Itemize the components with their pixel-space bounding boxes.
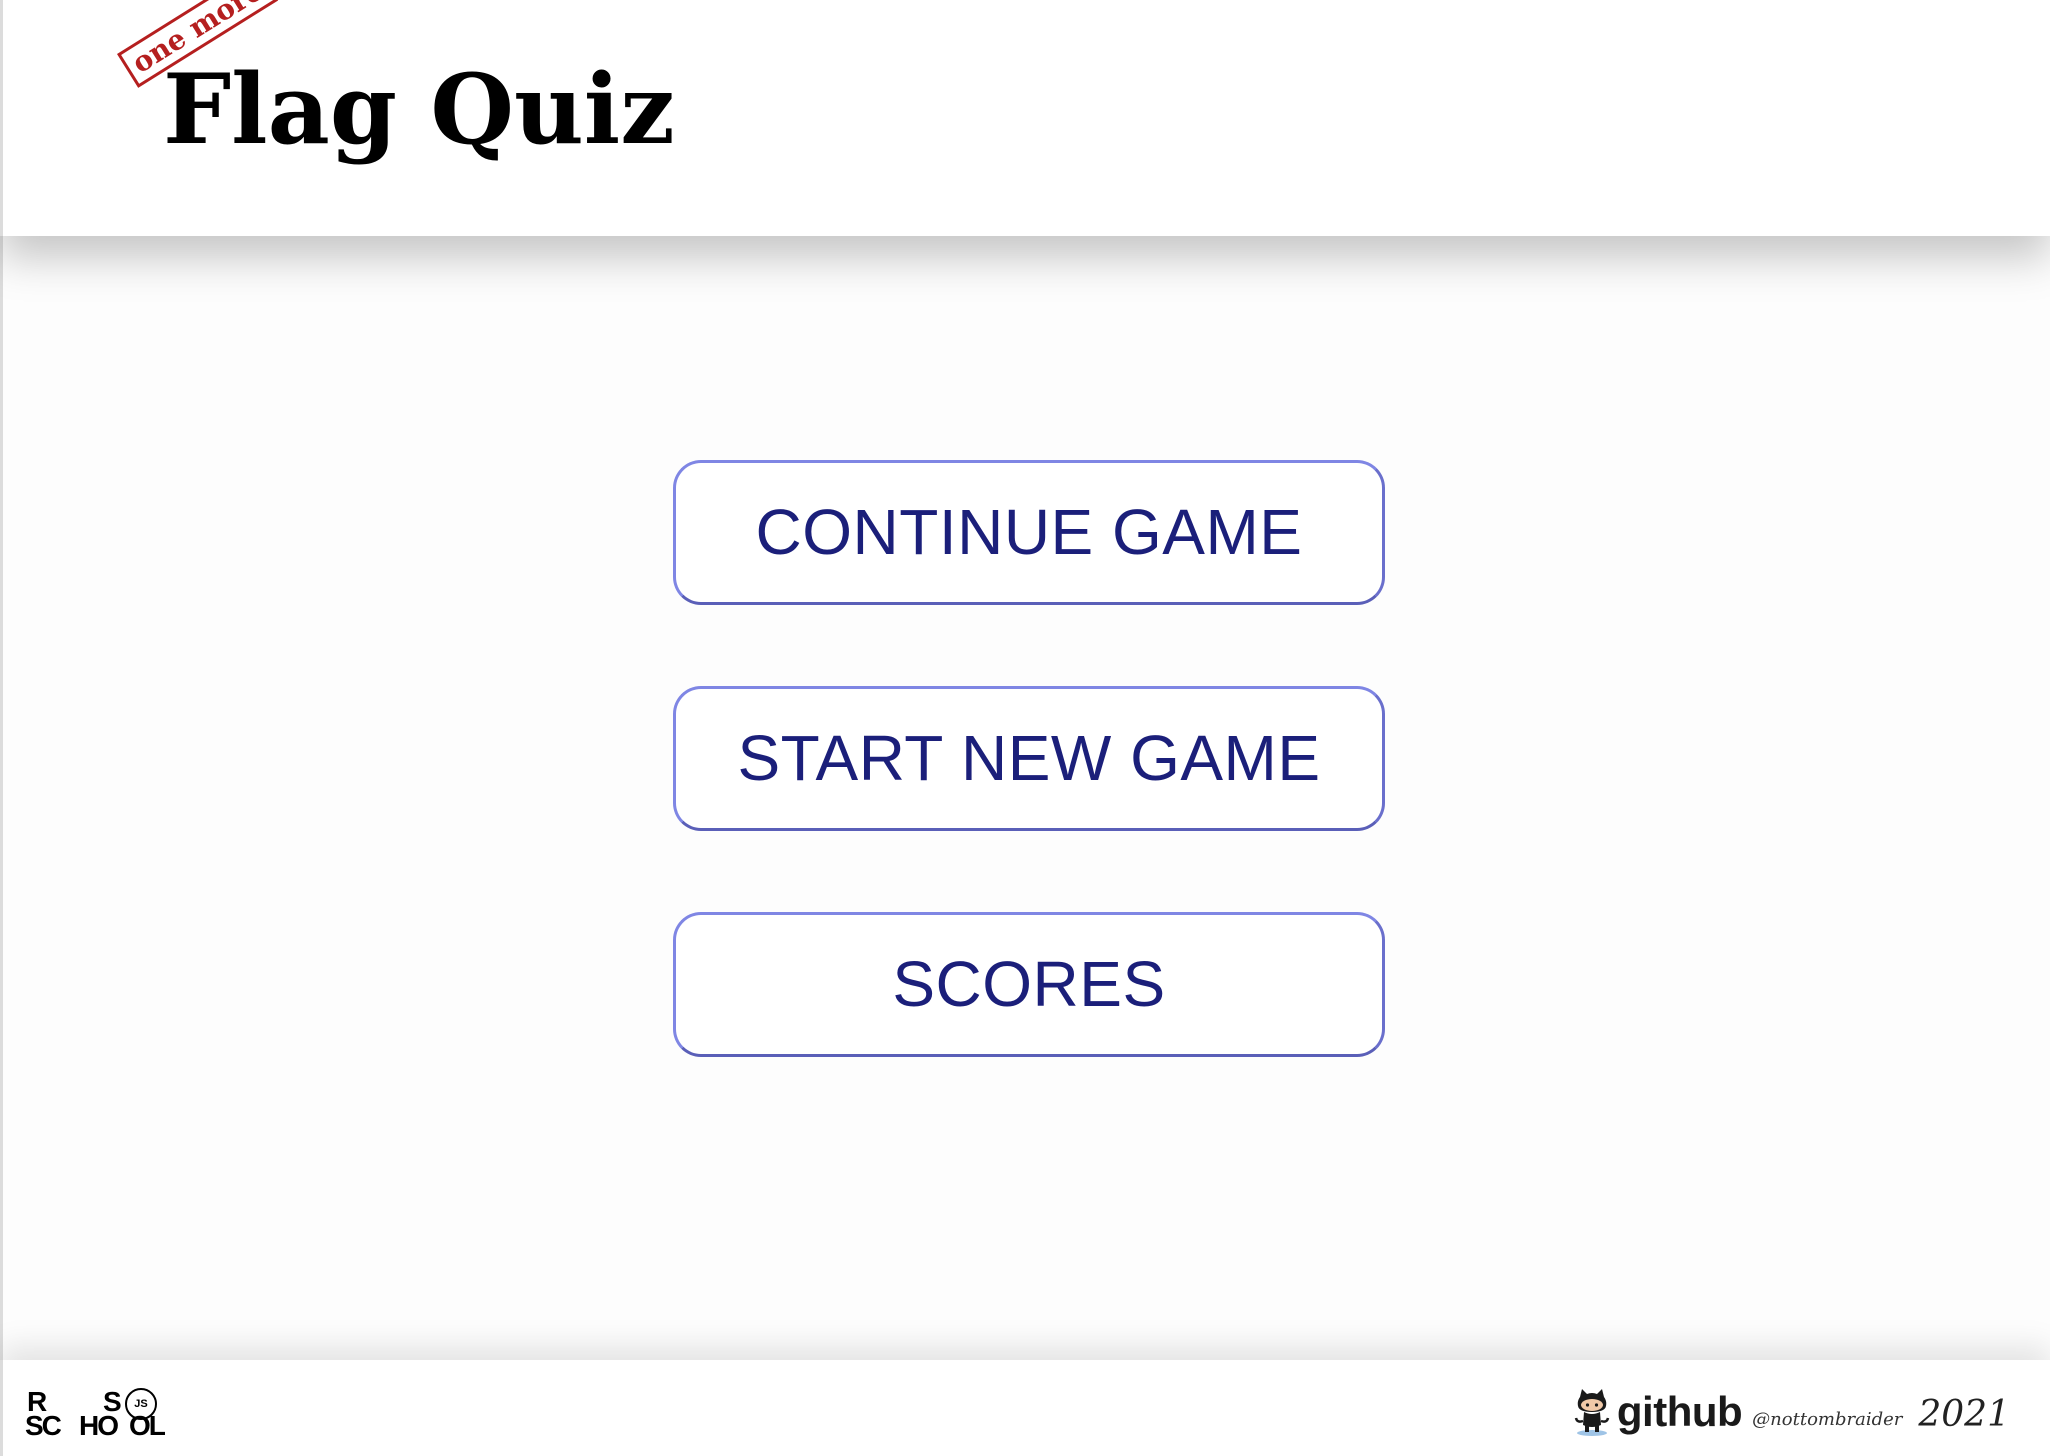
start-new-game-button[interactable]: START NEW GAME [673,686,1385,831]
footer: R S JS SC HO OL github @nottombraider 20… [0,1360,2050,1456]
copyright-year: 2021 [1918,1393,2010,1435]
app-logo[interactable]: Flag Quiz one more [117,0,675,182]
github-username: @nottombraider [1752,1408,1903,1430]
rs-logo-sc: SC [25,1410,62,1441]
scores-button[interactable]: SCORES [673,912,1385,1057]
github-credit-link[interactable]: github @nottombraider 2021 [1573,1382,2010,1442]
rs-logo-ho: HO [79,1410,119,1441]
github-wordmark: github [1616,1388,1743,1435]
app-title: Flag Quiz [163,53,675,166]
main-menu-area: CONTINUE GAME START NEW GAME SCORES [0,236,2050,1360]
rs-logo-ol: OL [129,1410,166,1441]
octocat-icon [1574,1389,1610,1436]
header: Flag Quiz one more [0,0,2050,236]
page: Flag Quiz one more CONTINUE GAME START N… [0,0,2050,1456]
continue-game-button[interactable]: CONTINUE GAME [673,460,1385,605]
main-menu: CONTINUE GAME START NEW GAME SCORES [673,460,1385,1138]
rs-school-logo[interactable]: R S JS SC HO OL [25,1388,185,1448]
